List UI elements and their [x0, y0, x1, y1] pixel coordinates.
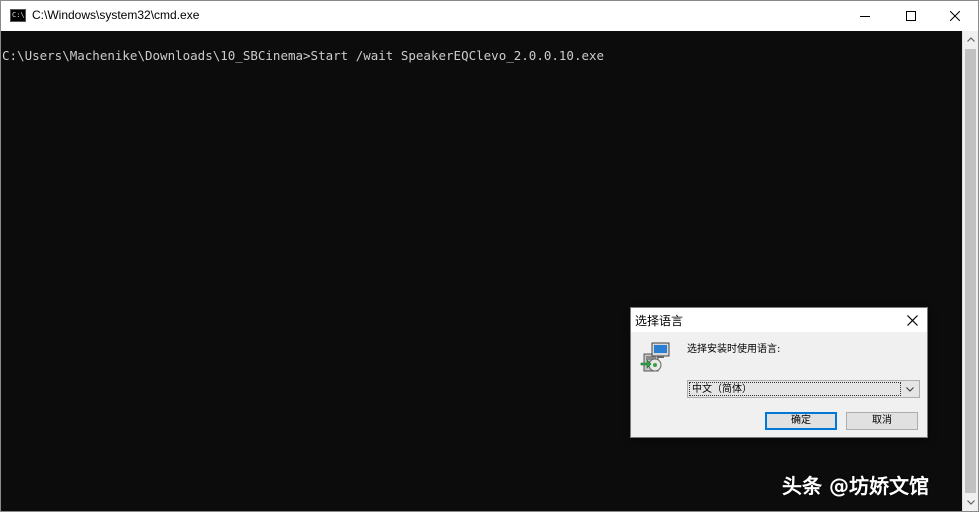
- dialog-title-bar[interactable]: 选择语言: [631, 308, 927, 332]
- vertical-scrollbar[interactable]: [962, 31, 978, 511]
- scroll-thumb[interactable]: [965, 49, 976, 493]
- ok-button[interactable]: 确定: [765, 412, 837, 430]
- console-command-line: C:\Users\Machenike\Downloads\10_SBCinema…: [2, 48, 605, 63]
- maximize-icon: [906, 11, 916, 21]
- dialog-body: 选择安装时使用语言: 中文（简体） 确定 取消: [631, 332, 927, 437]
- maximize-button[interactable]: [888, 1, 934, 31]
- cmd-app-icon: C:\: [10, 9, 26, 22]
- scroll-down-button[interactable]: [963, 494, 979, 511]
- language-select-value: 中文（简体）: [689, 382, 901, 396]
- chevron-down-icon: [906, 386, 914, 392]
- installer-icon: [640, 342, 670, 372]
- chevron-up-icon: [967, 37, 975, 42]
- language-select-toggle[interactable]: [903, 382, 917, 396]
- close-button[interactable]: [932, 1, 978, 31]
- close-icon: [906, 314, 918, 326]
- console-output[interactable]: C:\Users\Machenike\Downloads\10_SBCinema…: [1, 31, 962, 511]
- cancel-button[interactable]: 取消: [846, 412, 918, 430]
- minimize-button[interactable]: [842, 1, 888, 31]
- watermark: 头条 @坊娇文馆: [782, 474, 929, 498]
- scroll-up-button[interactable]: [963, 31, 979, 48]
- dialog-prompt: 选择安装时使用语言:: [687, 344, 781, 355]
- close-icon: [950, 11, 960, 21]
- dialog-close-button[interactable]: [901, 310, 923, 330]
- window-title: C:\Windows\system32\cmd.exe: [32, 8, 200, 22]
- title-bar[interactable]: C:\ C:\Windows\system32\cmd.exe: [1, 1, 978, 31]
- language-select[interactable]: 中文（简体）: [687, 380, 920, 398]
- minimize-icon: [860, 16, 870, 17]
- chevron-down-icon: [967, 500, 975, 505]
- dialog-title: 选择语言: [635, 314, 684, 328]
- select-language-dialog: 选择语言 选择安装时使用语言: 中文（简体） 确定 取消: [630, 307, 928, 438]
